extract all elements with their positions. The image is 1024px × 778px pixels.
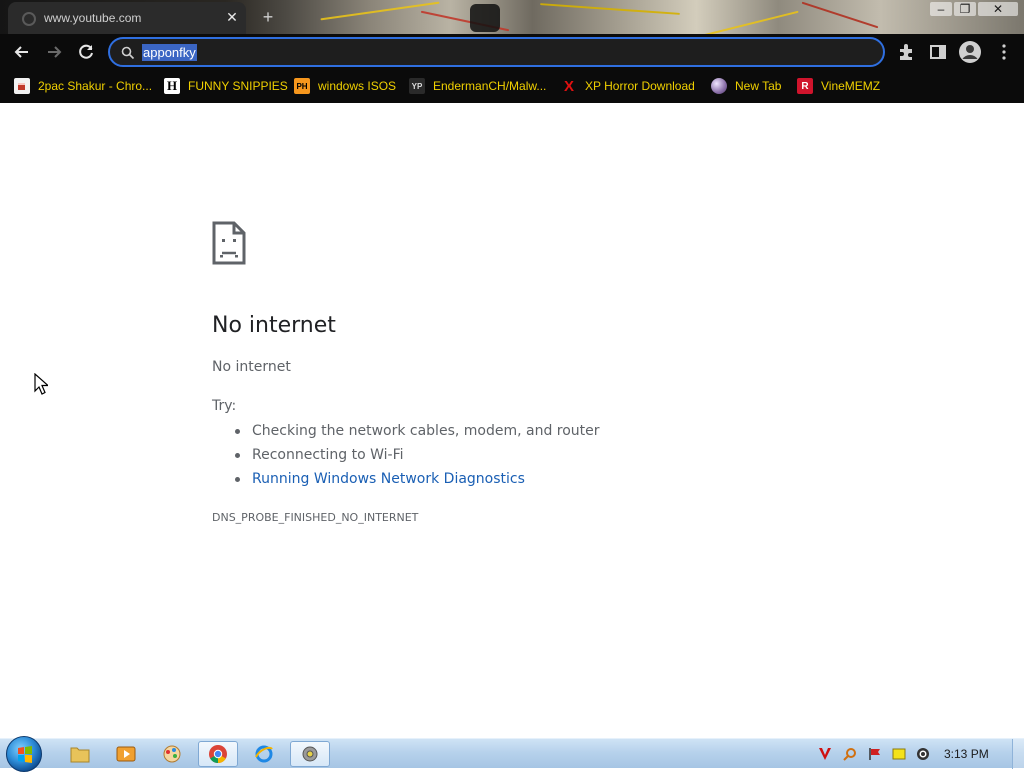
error-code: DNS_PROBE_FINISHED_NO_INTERNET — [212, 511, 419, 524]
taskbar-disc-app[interactable] — [290, 741, 330, 767]
yp-logo-icon: YP — [409, 78, 425, 94]
bookmark-xp-horror[interactable]: X XP Horror Download — [561, 76, 695, 96]
taskbar-chrome[interactable] — [198, 741, 238, 767]
taskbar-explorer[interactable] — [60, 741, 100, 767]
search-tray-icon[interactable] — [843, 747, 857, 761]
cup-icon — [14, 78, 30, 94]
bookmark-funny-snippies[interactable]: H FUNNY SNIPPIES — [164, 76, 288, 96]
address-input-text[interactable]: apponfky — [142, 44, 197, 61]
extensions-icon[interactable] — [896, 42, 916, 62]
volume-icon[interactable] — [916, 747, 930, 761]
ph-logo-icon: PH — [294, 78, 310, 94]
back-arrow-icon[interactable] — [12, 42, 32, 62]
search-icon — [121, 46, 135, 60]
bookmark-label: windows ISOS — [318, 79, 397, 93]
error-heading: No internet — [212, 313, 336, 338]
address-bar[interactable]: apponfky — [108, 37, 885, 67]
bookmark-label: XP Horror Download — [585, 79, 695, 93]
toolbar: apponfky — [0, 34, 1024, 70]
paint-icon — [163, 745, 181, 763]
bookmark-endermanch[interactable]: YP EndermanCH/Malw... — [409, 76, 546, 96]
chrome-icon — [209, 745, 227, 763]
error-subtitle: No internet — [212, 359, 291, 375]
bookmarks-bar: 2pac Shakur - Chro... H FUNNY SNIPPIES P… — [0, 70, 1024, 103]
r-logo-icon: R — [797, 78, 813, 94]
reload-icon[interactable] — [76, 42, 96, 62]
tab-title: www.youtube.com — [44, 11, 142, 25]
menu-kebab-icon[interactable] — [994, 42, 1014, 62]
suggestion-item: Checking the network cables, modem, and … — [232, 421, 600, 445]
browser-chrome: www.youtube.com ✕ + – ❐ ✕ apponfky 2pac … — [0, 0, 1024, 103]
loading-icon — [22, 12, 36, 26]
error-page: No internet No internet Try: Checking th… — [0, 103, 1024, 738]
close-window-button[interactable]: ✕ — [978, 2, 1018, 16]
bookmark-vinememz[interactable]: R VineMEMZ — [797, 76, 880, 96]
suggestion-item: Reconnecting to Wi-Fi — [232, 445, 600, 469]
notes-icon[interactable] — [892, 747, 906, 761]
sad-document-icon — [212, 221, 246, 265]
disc-app-icon — [302, 746, 318, 762]
v-app-icon[interactable] — [818, 747, 832, 761]
minimize-button[interactable]: – — [930, 2, 952, 16]
taskbar: 3:13 PM — [0, 736, 1024, 772]
media-player-icon — [116, 746, 136, 762]
bookmark-new-tab[interactable]: New Tab — [711, 76, 781, 96]
bookmark-label: EndermanCH/Malw... — [433, 79, 547, 93]
globe-icon — [711, 78, 727, 94]
new-tab-button[interactable]: + — [258, 7, 278, 27]
taskbar-media-player[interactable] — [106, 741, 146, 767]
browser-tab[interactable]: www.youtube.com ✕ — [8, 2, 246, 34]
forward-arrow-icon[interactable] — [44, 42, 64, 62]
taskbar-internet-explorer[interactable] — [244, 741, 284, 767]
taskbar-paint[interactable] — [152, 741, 192, 767]
side-panel-icon[interactable] — [928, 42, 948, 62]
bookmark-2pac[interactable]: 2pac Shakur - Chro... — [14, 76, 152, 96]
restore-button[interactable]: ❐ — [954, 2, 976, 16]
h-logo-icon: H — [164, 78, 180, 94]
x-logo-icon: X — [563, 77, 574, 95]
bookmark-windows-isos[interactable]: PH windows ISOS — [294, 76, 396, 96]
network-diagnostics-link[interactable]: Running Windows Network Diagnostics — [232, 469, 600, 493]
suggestion-list: Checking the network cables, modem, and … — [232, 421, 600, 493]
bookmark-label: FUNNY SNIPPIES — [188, 79, 288, 93]
bookmark-label: 2pac Shakur - Chro... — [38, 79, 153, 93]
flag-icon[interactable] — [868, 747, 882, 761]
bookmark-label: New Tab — [735, 79, 782, 93]
taskbar-clock[interactable]: 3:13 PM — [944, 747, 989, 761]
mouse-cursor-icon — [34, 373, 48, 395]
try-label: Try: — [212, 398, 237, 414]
title-bar: www.youtube.com ✕ + – ❐ ✕ — [0, 0, 1024, 34]
show-desktop-button[interactable] — [1012, 739, 1024, 769]
tab-close-icon[interactable]: ✕ — [224, 9, 240, 25]
bookmark-label: VineMEMZ — [821, 79, 881, 93]
folder-icon — [70, 747, 90, 763]
ie-icon — [255, 745, 273, 763]
profile-avatar-icon[interactable] — [958, 40, 982, 64]
start-button[interactable] — [6, 736, 42, 772]
